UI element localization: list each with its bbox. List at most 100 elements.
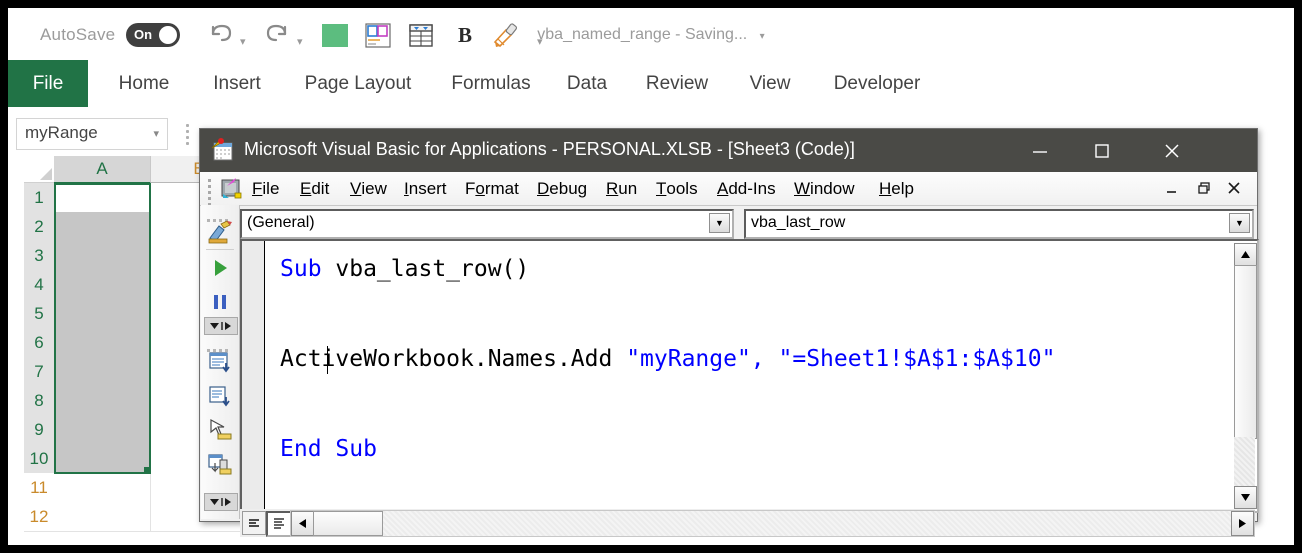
scroll-down-arrow-icon[interactable] bbox=[1234, 486, 1257, 509]
cell-a9[interactable] bbox=[54, 415, 151, 445]
design-mode-icon[interactable] bbox=[207, 219, 233, 245]
tab-data[interactable]: Data bbox=[553, 60, 621, 107]
procedure-dropdown-caret-icon[interactable]: ▼ bbox=[1229, 213, 1250, 233]
row-header-12[interactable]: 12 bbox=[24, 502, 55, 532]
project-explorer-icon[interactable] bbox=[207, 349, 233, 375]
scroll-right-arrow-icon[interactable] bbox=[1231, 511, 1254, 536]
mdi-close-button[interactable] bbox=[1223, 178, 1245, 198]
vba-menu-view[interactable]: View bbox=[350, 176, 387, 201]
tab-developer[interactable]: Developer bbox=[813, 60, 941, 107]
code-margin-indicator-bar[interactable] bbox=[242, 241, 265, 511]
toolbar-grip-top[interactable] bbox=[207, 209, 233, 222]
cell-a3[interactable] bbox=[54, 241, 151, 271]
cell-a4[interactable] bbox=[54, 270, 151, 300]
tab-formulas[interactable]: Formulas bbox=[436, 60, 546, 107]
scroll-up-arrow-icon[interactable] bbox=[1234, 243, 1257, 266]
full-module-view-button[interactable] bbox=[266, 511, 292, 537]
vba-menu-format[interactable]: Fo rmat bbox=[465, 176, 519, 201]
tab-home[interactable]: Home bbox=[100, 60, 188, 107]
scroll-left-arrow-icon[interactable] bbox=[291, 511, 314, 536]
pivot-table-icon[interactable] bbox=[361, 18, 395, 52]
bold-icon[interactable]: B bbox=[448, 18, 482, 52]
mdi-minimize-button[interactable] bbox=[1161, 178, 1183, 198]
row-header-8[interactable]: 8 bbox=[24, 386, 55, 416]
vba-title-bar[interactable]: Microsoft Visual Basic for Applications … bbox=[200, 129, 1257, 172]
title-dropdown-caret[interactable]: ▾ bbox=[760, 31, 765, 42]
vba-close-button[interactable] bbox=[1141, 129, 1203, 172]
row-header-11[interactable]: 11 bbox=[24, 473, 55, 503]
select-all-corner-button[interactable] bbox=[24, 156, 55, 183]
vba-app-icon bbox=[210, 138, 236, 163]
vba-maximize-button[interactable] bbox=[1071, 129, 1133, 172]
toolbar-overflow-button-1[interactable] bbox=[204, 317, 238, 335]
name-box[interactable]: myRange ▾ bbox=[16, 118, 168, 150]
fill-color-icon[interactable] bbox=[318, 18, 352, 52]
row-header-5[interactable]: 5 bbox=[24, 299, 55, 329]
format-painter-icon[interactable] bbox=[489, 18, 523, 52]
code-editor-pane[interactable]: Sub vba_last_row() ActiveWorkbook.Names.… bbox=[240, 239, 1259, 513]
vba-minimize-button[interactable] bbox=[1009, 129, 1071, 172]
vba-menu-help[interactable]: Help bbox=[879, 176, 914, 201]
row-header-3[interactable]: 3 bbox=[24, 241, 55, 271]
mdi-restore-button[interactable] bbox=[1193, 178, 1215, 198]
autosave-toggle[interactable]: On bbox=[126, 23, 180, 47]
vba-menu-edit[interactable]: Edit bbox=[300, 176, 329, 201]
vertical-scrollbar-thumb[interactable] bbox=[1234, 265, 1257, 439]
toolbox-icon[interactable] bbox=[207, 451, 233, 477]
cell-a2[interactable] bbox=[54, 212, 151, 242]
vba-title-text: Microsoft Visual Basic for Applications … bbox=[244, 139, 855, 159]
toolbar-overflow-button-2[interactable] bbox=[204, 493, 238, 511]
redo-dropdown-caret[interactable]: ▾ bbox=[297, 32, 309, 48]
row-header-7[interactable]: 7 bbox=[24, 357, 55, 387]
procedure-view-button[interactable] bbox=[242, 511, 266, 535]
vba-menu-window[interactable]: Window bbox=[794, 176, 854, 201]
tab-review[interactable]: Review bbox=[627, 60, 727, 107]
cell-a8[interactable] bbox=[54, 386, 151, 416]
vba-menu-insert[interactable]: Insert bbox=[404, 176, 447, 201]
customize-qat-caret[interactable]: ▾ bbox=[537, 32, 549, 48]
toolbar-grip-bottom[interactable] bbox=[207, 339, 233, 352]
autosave-toggle-knob bbox=[159, 26, 177, 44]
procedure-dropdown[interactable]: vba_last_row ▼ bbox=[744, 209, 1254, 239]
cell-a5[interactable] bbox=[54, 299, 151, 329]
cell-a12[interactable] bbox=[54, 502, 151, 532]
row-header-4[interactable]: 4 bbox=[24, 270, 55, 300]
vba-menu-run[interactable]: Run bbox=[606, 176, 637, 201]
column-header-a[interactable]: A bbox=[54, 156, 151, 184]
tab-page-layout[interactable]: Page Layout bbox=[286, 60, 430, 107]
object-dropdown[interactable]: (General) ▼ bbox=[240, 209, 734, 239]
table-filter-icon[interactable] bbox=[404, 18, 438, 52]
row-header-2[interactable]: 2 bbox=[24, 212, 55, 242]
break-pause-icon[interactable] bbox=[207, 289, 233, 315]
code-horizontal-scrollbar[interactable] bbox=[290, 510, 1255, 537]
name-box-dropdown-caret[interactable]: ▾ bbox=[153, 127, 159, 140]
code-vertical-scrollbar[interactable] bbox=[1234, 243, 1257, 509]
redo-icon[interactable] bbox=[260, 18, 294, 52]
cell-a1[interactable] bbox=[54, 183, 151, 213]
row-header-10[interactable]: 10 bbox=[24, 444, 55, 474]
tab-insert[interactable]: Insert bbox=[194, 60, 280, 107]
tab-file[interactable]: File bbox=[8, 60, 88, 107]
cell-a10[interactable] bbox=[54, 444, 151, 474]
code-text[interactable]: Sub vba_last_row() ActiveWorkbook.Names.… bbox=[280, 247, 1231, 472]
tab-view[interactable]: View bbox=[733, 60, 807, 107]
cell-a7[interactable] bbox=[54, 357, 151, 387]
row-header-9[interactable]: 9 bbox=[24, 415, 55, 445]
cell-a6[interactable] bbox=[54, 328, 151, 358]
run-macro-icon[interactable] bbox=[207, 255, 233, 281]
vba-menu-debug[interactable]: Debug bbox=[537, 176, 587, 201]
vba-menu-add-ins[interactable]: Add-Ins bbox=[717, 176, 776, 201]
vba-menu-tools[interactable]: Tools bbox=[656, 176, 698, 201]
properties-window-icon[interactable] bbox=[207, 383, 233, 409]
row-header-1[interactable]: 1 bbox=[24, 183, 55, 213]
undo-dropdown-caret[interactable]: ▾ bbox=[240, 32, 252, 48]
row-header-6[interactable]: 6 bbox=[24, 328, 55, 358]
object-dropdown-caret-icon[interactable]: ▼ bbox=[709, 213, 730, 233]
horizontal-scrollbar-thumb[interactable] bbox=[313, 511, 383, 536]
undo-icon[interactable] bbox=[204, 18, 238, 52]
object-browser-icon[interactable] bbox=[207, 417, 233, 443]
vertical-scrollbar-track[interactable] bbox=[1234, 437, 1255, 487]
menu-bar-grip[interactable] bbox=[208, 179, 212, 206]
vba-menu-file[interactable]: File bbox=[252, 176, 279, 201]
cell-a11[interactable] bbox=[54, 473, 151, 503]
